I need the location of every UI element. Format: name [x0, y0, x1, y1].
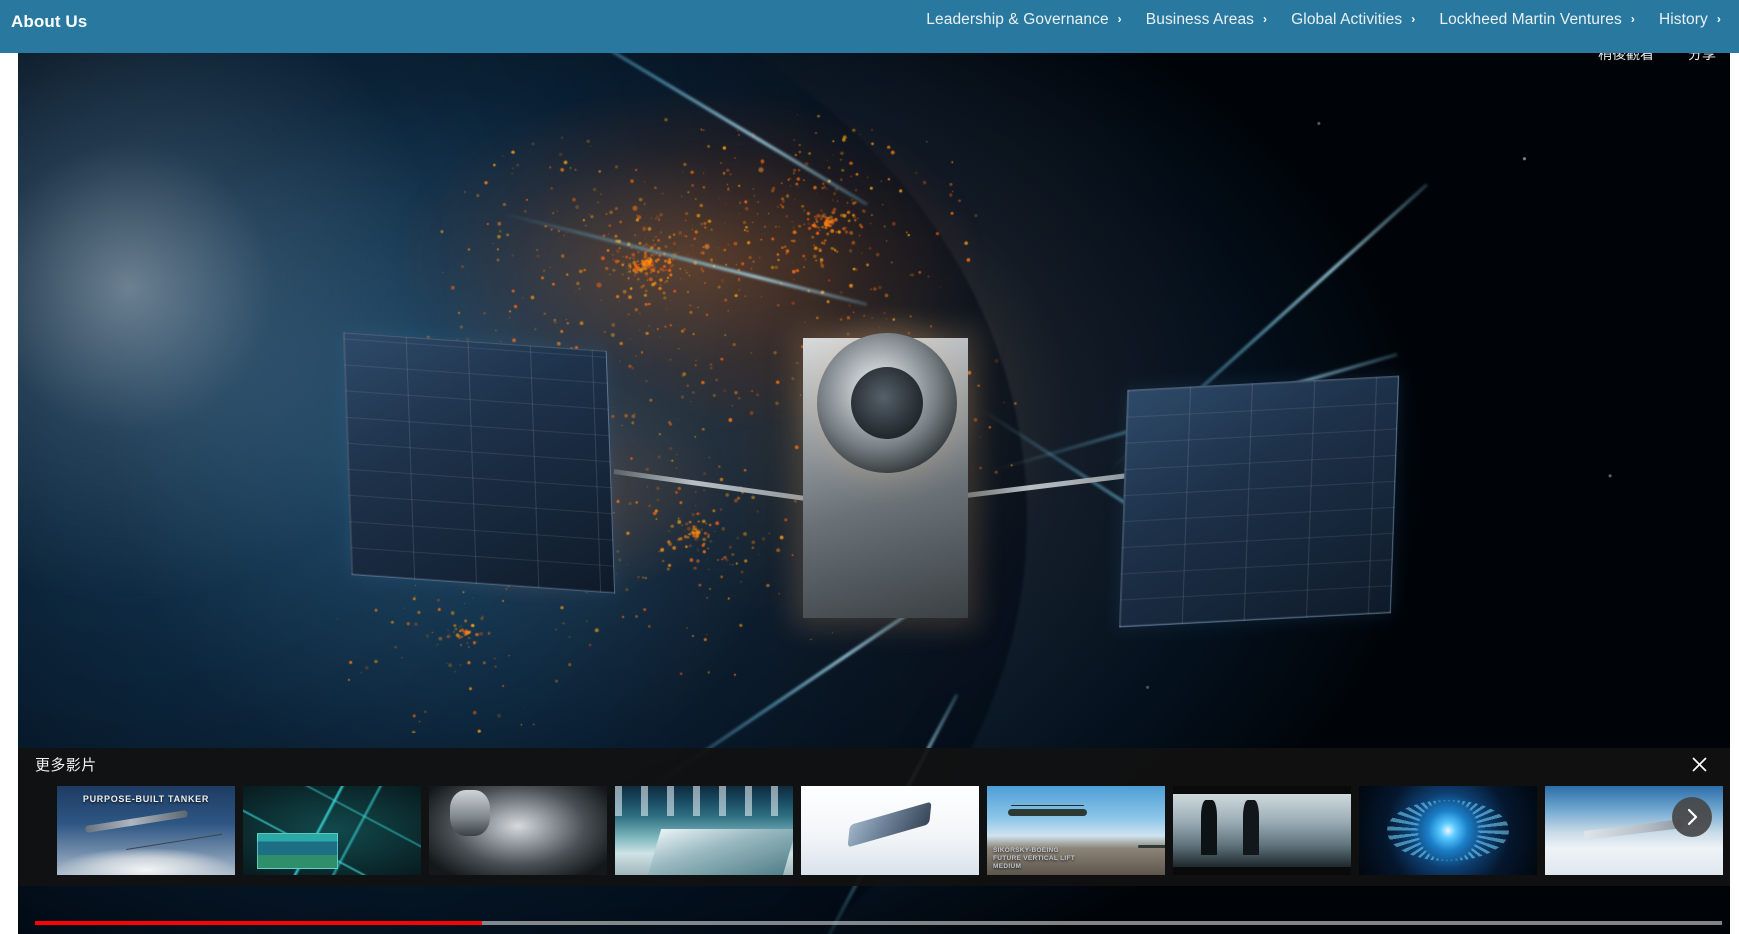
- nav-links-group: Leadership & Governance › Business Areas…: [914, 11, 1733, 29]
- chevron-right-icon: ›: [1716, 12, 1721, 26]
- page-title: About Us: [11, 12, 88, 31]
- share-action[interactable]: 分享: [1688, 53, 1716, 64]
- page-gutter-right: [1730, 53, 1739, 934]
- close-icon[interactable]: [1686, 751, 1712, 777]
- more-videos-header: 更多影片: [17, 748, 1730, 780]
- video-thumbnail[interactable]: [1359, 786, 1537, 875]
- chevron-right-icon: ›: [1411, 12, 1416, 26]
- nav-item-history[interactable]: History ›: [1647, 11, 1733, 29]
- nav-item-lockheed-martin-ventures[interactable]: Lockheed Martin Ventures ›: [1427, 11, 1647, 29]
- watch-later-action[interactable]: 稍後觀看: [1598, 53, 1654, 64]
- thumbnail-artwork: [801, 786, 979, 875]
- video-thumbnail[interactable]: [1173, 786, 1351, 875]
- chevron-right-icon: ›: [1630, 12, 1635, 26]
- video-thumbnail[interactable]: PURPOSE-BUILT TANKER: [57, 786, 235, 875]
- video-thumbnail[interactable]: [429, 786, 607, 875]
- thumbnail-caption: SIKORSKY-BOEING FUTURE VERTICAL LIFT MEDIU…: [993, 846, 1076, 870]
- thumbnail-caption: PURPOSE-BUILT TANKER: [82, 794, 210, 804]
- progress-played: [35, 921, 483, 925]
- site-navigation-bar: About Us Leadership & Governance › Busin…: [0, 0, 1739, 53]
- player-top-actions: 稍後觀看 分享: [1598, 53, 1716, 64]
- nav-item-leadership-governance[interactable]: Leadership & Governance ›: [914, 11, 1134, 29]
- thumbnail-artwork: [615, 786, 793, 875]
- chevron-right-icon: ›: [1263, 12, 1268, 26]
- video-thumbnail[interactable]: [615, 786, 793, 875]
- nav-item-label: Global Activities: [1291, 11, 1403, 28]
- nav-item-label: History: [1658, 11, 1708, 28]
- chevron-right-icon: ›: [1117, 12, 1122, 26]
- video-player[interactable]: 稍後觀看 分享 更多影片 PURPOSE-BUILT TANKER SIKORS…: [17, 53, 1730, 934]
- nav-item-label: Leadership & Governance: [926, 11, 1109, 28]
- chevron-right-icon[interactable]: [1672, 797, 1712, 837]
- video-thumbnail[interactable]: [801, 786, 979, 875]
- thumbnail-artwork: [1359, 786, 1537, 875]
- thumbnail-artwork: [429, 786, 607, 875]
- more-videos-thumbnail-strip[interactable]: PURPOSE-BUILT TANKER SIKORSKY-BOEING FUTU…: [17, 780, 1730, 886]
- page-gutter-left: [0, 53, 18, 934]
- thumbnail-artwork: [1173, 786, 1351, 875]
- video-thumbnail[interactable]: SIKORSKY-BOEING FUTURE VERTICAL LIFT MEDIU…: [987, 786, 1165, 875]
- thumbnail-artwork: [243, 786, 421, 875]
- video-progress-bar[interactable]: [35, 921, 1722, 925]
- video-thumbnail[interactable]: [243, 786, 421, 875]
- more-videos-title: 更多影片: [35, 756, 97, 774]
- nav-item-label: Lockheed Martin Ventures: [1439, 11, 1622, 28]
- nav-item-business-areas[interactable]: Business Areas ›: [1134, 11, 1279, 29]
- nav-item-label: Business Areas: [1145, 11, 1255, 28]
- nav-item-global-activities[interactable]: Global Activities ›: [1279, 11, 1427, 29]
- more-videos-panel: 更多影片 PURPOSE-BUILT TANKER SIKORSKY-BOEIN…: [17, 748, 1730, 886]
